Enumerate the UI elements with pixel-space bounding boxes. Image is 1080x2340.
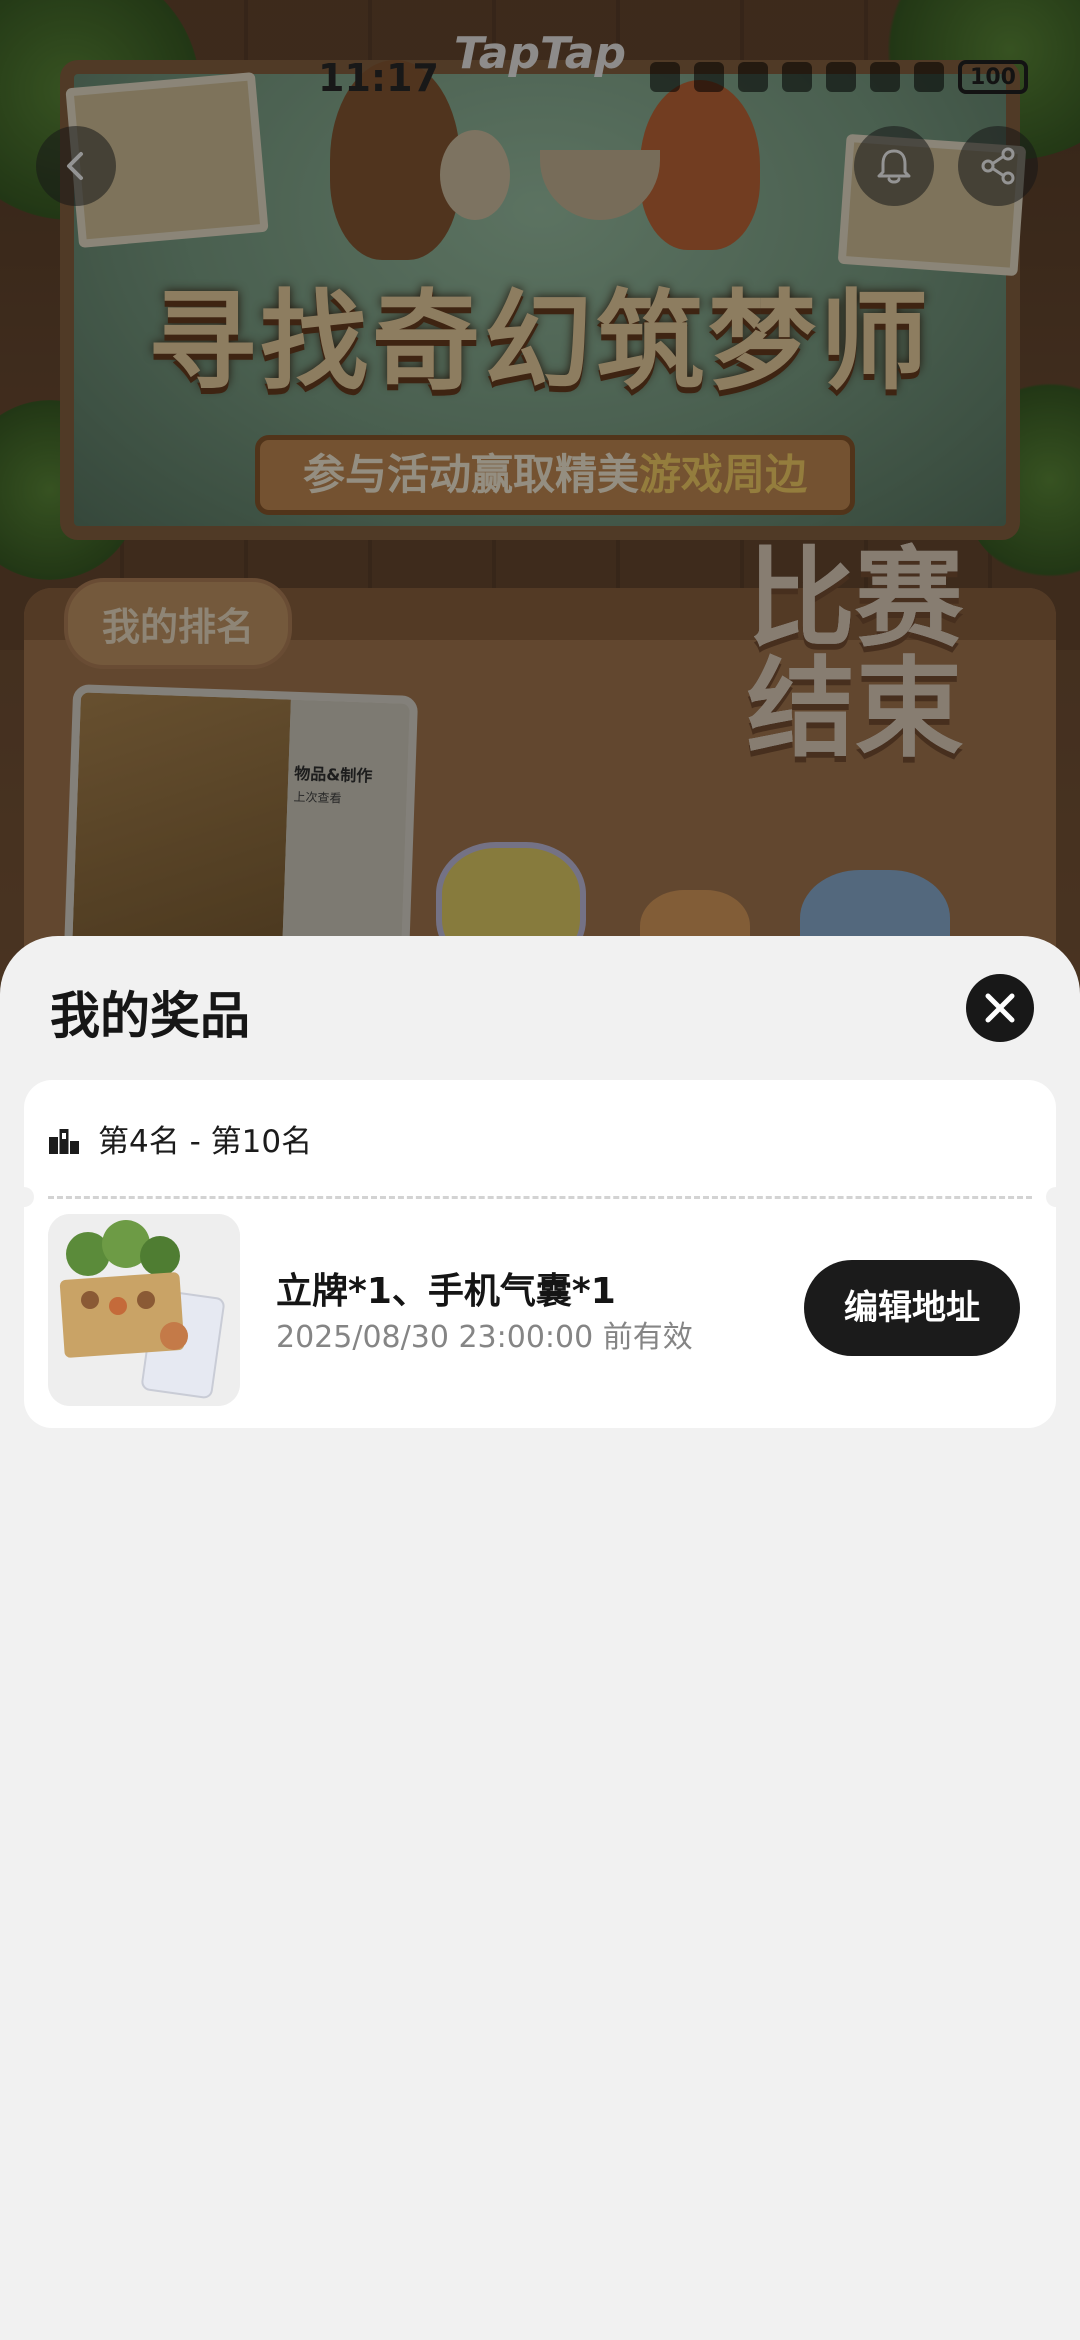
sheet-title: 我的奖品 (50, 987, 250, 1045)
podium-icon (49, 1128, 79, 1154)
close-icon (985, 993, 1015, 1023)
my-prizes-sheet: 我的奖品 第4名 - 第10名 立牌*1、手机气囊*1 2025/08/30 2… (0, 936, 1080, 2340)
rank-range-row: 第4名 - 第10名 (48, 1116, 312, 1161)
prize-image (48, 1214, 240, 1406)
edit-address-button[interactable]: 编辑地址 (804, 1260, 1020, 1356)
prize-card: 第4名 - 第10名 立牌*1、手机气囊*1 2025/08/30 23:00:… (14, 1080, 1066, 1428)
card-divider (48, 1196, 1032, 1199)
prize-name: 立牌*1、手机气囊*1 (276, 1271, 616, 1312)
card-notch-left (14, 1187, 34, 1207)
rank-range-text: 第4名 - 第10名 (98, 1124, 313, 1160)
close-button[interactable] (966, 974, 1034, 1042)
prize-validity: 2025/08/30 23:00:00 前有效 (276, 1320, 693, 1355)
prize-thumbnail (48, 1214, 240, 1406)
card-notch-right (1046, 1187, 1066, 1207)
modal-overlay[interactable] (0, 0, 1080, 1000)
